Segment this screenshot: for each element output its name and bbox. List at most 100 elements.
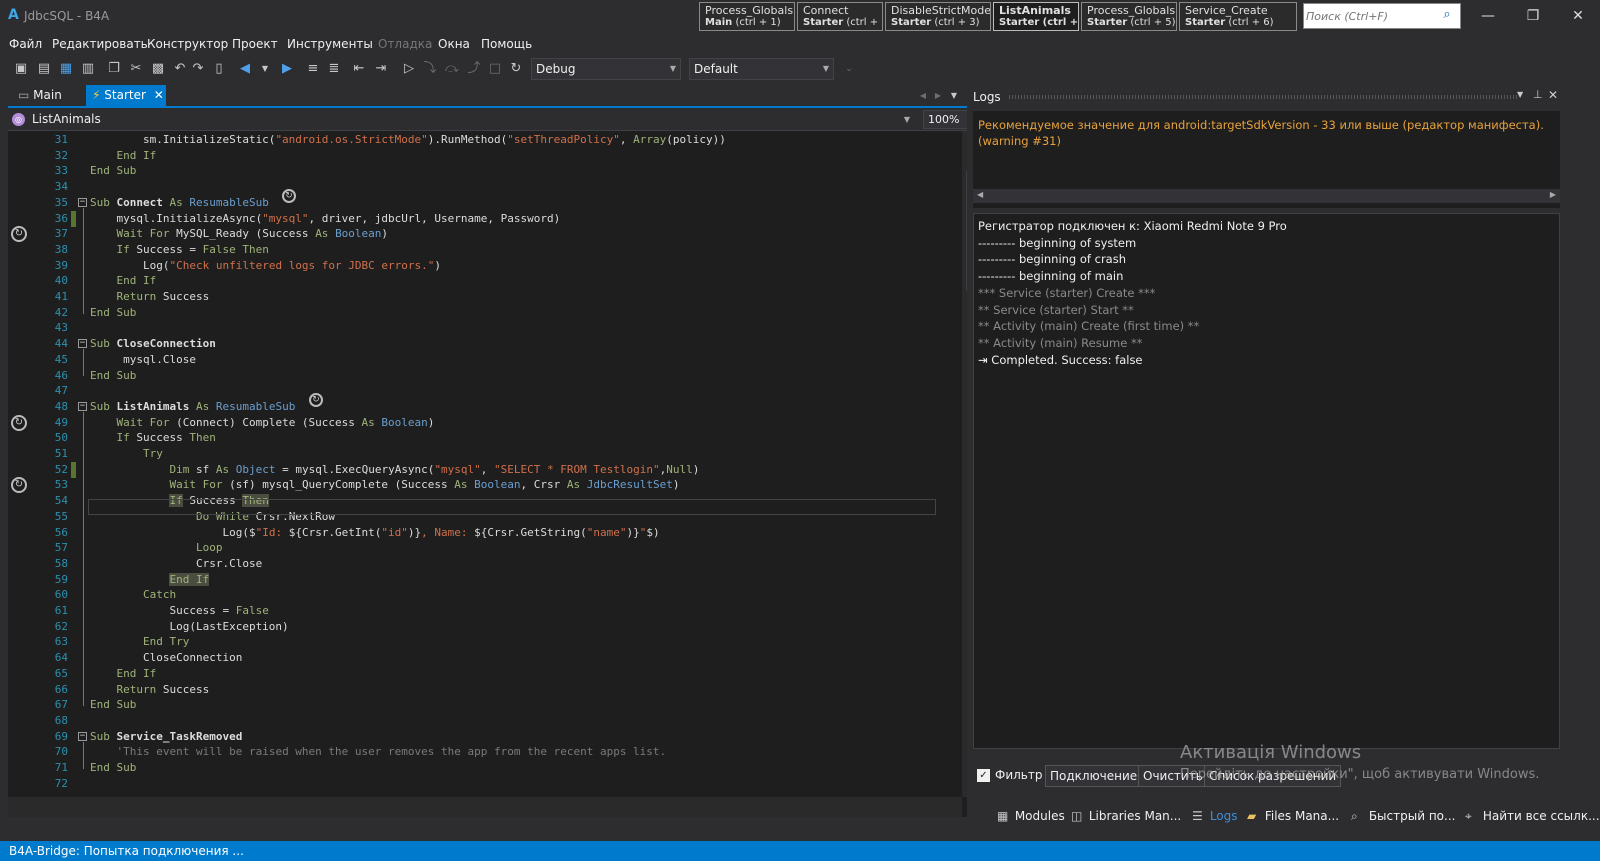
close-tab-icon[interactable]: ✕: [154, 88, 164, 102]
menu-help[interactable]: Помощь: [481, 37, 532, 51]
uncomment-icon[interactable]: ≣: [325, 60, 343, 78]
code-line[interactable]: Loop: [90, 540, 223, 556]
code-line[interactable]: End If: [90, 148, 157, 164]
wait-for-marker-icon[interactable]: ↻: [11, 226, 27, 243]
new-project-icon[interactable]: ▣: [12, 60, 30, 78]
pin-icon[interactable]: ⊥: [1533, 88, 1543, 101]
quick-tab-process-globals-main[interactable]: Process_Globals Main (ctrl + 1): [699, 2, 795, 31]
tab-find-references[interactable]: ⌖ Найти все ссылк...: [1465, 809, 1600, 824]
bookmark-icon[interactable]: ▯: [210, 60, 228, 78]
code-line[interactable]: Log($"Id: ${Crsr.GetInt("id")}, Name: ${…: [90, 525, 659, 541]
tab-libraries[interactable]: ◫ Libraries Man...: [1071, 809, 1181, 823]
maximize-button[interactable]: ❐: [1518, 6, 1548, 26]
fold-toggle-icon[interactable]: −: [78, 339, 87, 349]
tab-files-manager[interactable]: ▰ Files Mana...: [1247, 809, 1339, 823]
build-config-select[interactable]: Debug ▼: [531, 58, 681, 80]
panel-grip[interactable]: [1009, 95, 1519, 99]
log-line[interactable]: ⇥ Completed. Success: false: [978, 352, 1143, 368]
code-editor[interactable]: 31 32 33 34 35 36 37 ↻ 38 39 40 41 42 43 44 45 46 47 48 49 ↻…: [8, 131, 980, 817]
code-line[interactable]: Catch: [90, 587, 176, 603]
target-select[interactable]: Default ▼: [689, 58, 834, 80]
outdent-icon[interactable]: ⇤: [350, 60, 368, 78]
code-line[interactable]: Wait For (sf) mysql_QueryComplete (Succe…: [90, 477, 679, 493]
code-line[interactable]: Success = False: [90, 603, 268, 619]
close-panel-icon[interactable]: ✕: [1548, 88, 1558, 102]
filter-checkbox[interactable]: ✓: [977, 769, 990, 782]
navigate-back-dropdown-icon[interactable]: ▼: [256, 60, 274, 78]
stop-icon[interactable]: □: [486, 60, 504, 78]
search-input[interactable]: [1306, 7, 1434, 25]
code-line[interactable]: mysql.Close: [90, 352, 196, 368]
minimize-button[interactable]: —: [1473, 6, 1503, 26]
quick-tab-service-create[interactable]: Service_Create Starter (ctrl + 6): [1179, 2, 1297, 31]
warning-message[interactable]: Рекомендуемое значение для android:targe…: [978, 117, 1558, 149]
code-line[interactable]: If Success = False Then: [90, 242, 269, 258]
navigate-back-icon[interactable]: ◀: [236, 60, 254, 78]
comment-icon[interactable]: ≡: [304, 60, 322, 78]
tab-logs[interactable]: ☰ Logs: [1192, 809, 1238, 823]
restart-icon[interactable]: ↻: [507, 60, 525, 78]
log-line[interactable]: ** Activity (main) Resume **: [978, 335, 1142, 351]
tab-quick-search[interactable]: ⌕ Быстрый по...: [1351, 809, 1455, 824]
quick-tab-connect[interactable]: Connect Starter (ctrl + 2): [797, 2, 883, 31]
tab-main[interactable]: ▭ Main: [12, 85, 82, 107]
copy-icon[interactable]: ❐: [105, 60, 123, 78]
tab-modules[interactable]: ▦ Modules: [997, 809, 1065, 823]
editor-gutter[interactable]: 31 32 33 34 35 36 37 ↻ 38 39 40 41 42 43 44 45 46 47 48 49 ↻…: [8, 131, 78, 817]
code-line[interactable]: Sub Service_TaskRemoved: [90, 729, 242, 745]
search-icon[interactable]: ⌕: [1438, 7, 1456, 25]
undo-icon[interactable]: ↶: [171, 60, 189, 78]
paste-icon[interactable]: ▩: [149, 60, 167, 78]
toolbar-overflow-icon[interactable]: ⌄: [840, 60, 858, 78]
cut-icon[interactable]: ✂: [127, 60, 145, 78]
connect-button[interactable]: Подключение: [1045, 765, 1143, 787]
scroll-left-icon[interactable]: ◀: [977, 190, 983, 199]
fold-toggle-icon[interactable]: −: [78, 401, 87, 411]
menu-edit[interactable]: Редактировать: [52, 37, 148, 51]
panel-menu-icon[interactable]: ▼: [1517, 90, 1523, 99]
quick-tab-process-globals-starter[interactable]: Process_Globals Starter (ctrl + 5): [1081, 2, 1177, 31]
code-line[interactable]: End If: [90, 273, 157, 289]
code-line[interactable]: Return Success: [90, 682, 210, 698]
open-folder-icon[interactable]: ▤: [35, 60, 53, 78]
code-line[interactable]: mysql.InitializeAsync("mysql", driver, j…: [90, 211, 560, 227]
code-line[interactable]: Wait For MySQL_Ready (Success As Boolean…: [90, 226, 389, 242]
code-line[interactable]: End If: [90, 666, 157, 682]
code-line[interactable]: End Sub: [90, 697, 136, 713]
menu-designer[interactable]: Конструктор: [147, 37, 228, 51]
save-icon[interactable]: ▦: [57, 60, 75, 78]
code-line[interactable]: End Try: [90, 634, 189, 650]
menu-tools[interactable]: Инструменты: [287, 37, 373, 51]
code-line[interactable]: End If: [90, 572, 210, 588]
log-line[interactable]: --------- beginning of system: [978, 235, 1136, 251]
code-line[interactable]: Crsr.Close: [90, 556, 262, 572]
log-line[interactable]: ** Service (starter) Start **: [978, 302, 1134, 318]
step-over-icon[interactable]: ⤼: [443, 60, 461, 78]
code-line[interactable]: 'This event will be raised when the user…: [90, 744, 667, 760]
indent-icon[interactable]: ⇥: [372, 60, 390, 78]
sub-selector[interactable]: ◎ ListAnimals ▼: [8, 109, 918, 130]
quick-tab-list-animals[interactable]: ListAnimals Starter (ctrl + 4): [993, 2, 1079, 31]
fold-toggle-icon[interactable]: −: [78, 197, 87, 207]
code-line[interactable]: End Sub: [90, 760, 136, 776]
close-window-button[interactable]: ✕: [1563, 6, 1593, 26]
code-line[interactable]: If Success Then: [90, 430, 216, 446]
code-line[interactable]: Return Success: [90, 289, 210, 305]
save-all-icon[interactable]: ▥: [79, 60, 97, 78]
code-line[interactable]: CloseConnection: [90, 650, 242, 666]
code-line[interactable]: End Sub: [90, 163, 136, 179]
menu-file[interactable]: Файл: [9, 37, 42, 51]
log-line[interactable]: --------- beginning of crash: [978, 251, 1126, 267]
code-line[interactable]: Log(LastException): [90, 619, 288, 635]
menu-project[interactable]: Проект: [232, 37, 278, 51]
tab-list-icon[interactable]: ▼: [945, 87, 963, 105]
scroll-right-icon[interactable]: ▶: [1550, 190, 1556, 199]
tab-starter[interactable]: ⚡ Starter ✕: [86, 85, 166, 107]
log-line[interactable]: ** Activity (main) Create (first time) *…: [978, 318, 1199, 334]
warnings-horizontal-scrollbar[interactable]: ◀ ▶: [973, 189, 1560, 203]
log-output[interactable]: Регистратор подключен к: Xiaomi Redmi No…: [973, 213, 1560, 749]
code-line[interactable]: Try: [90, 446, 163, 462]
code-line[interactable]: Sub ListAnimals As ResumableSub: [90, 399, 295, 415]
menu-windows[interactable]: Окна: [438, 37, 470, 51]
quick-tab-disable-strict-mode[interactable]: DisableStrictMode Starter (ctrl + 3): [885, 2, 991, 31]
